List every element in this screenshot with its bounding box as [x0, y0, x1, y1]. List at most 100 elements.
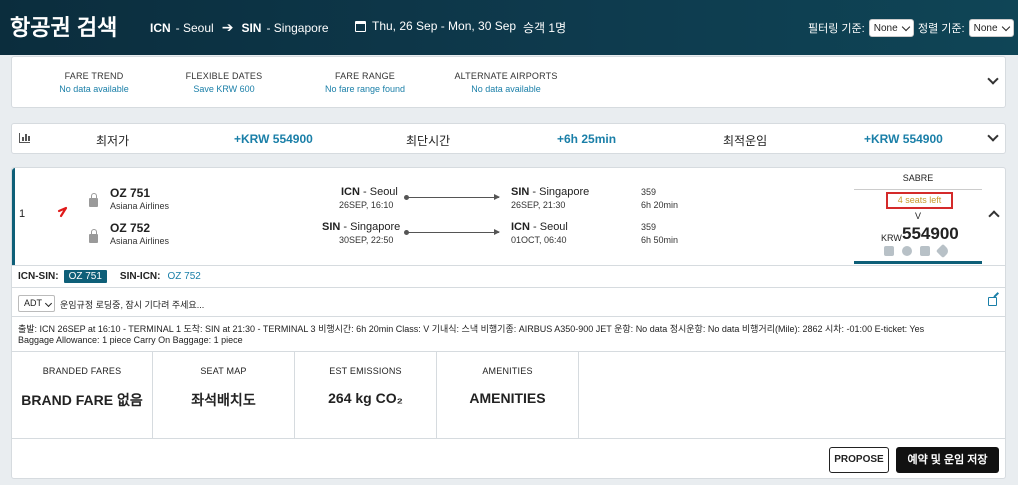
inbound-equipment: 359: [641, 222, 657, 232]
flexible-dates-value[interactable]: Save KRW 600: [174, 84, 274, 94]
inbound-departure: SIN - Singapore: [322, 221, 401, 233]
divider: [854, 189, 982, 190]
fare-trend-label: FARE TREND: [64, 71, 124, 81]
outbound-arrival-time: 26SEP, 21:30: [511, 200, 566, 210]
inbound-departure-time: 30SEP, 22:50: [339, 235, 394, 245]
alternate-airports-value[interactable]: No data available: [446, 84, 566, 94]
chevron-down-icon: [44, 299, 53, 308]
baggage-details: Baggage Allowance: 1 piece Carry On Bagg…: [18, 335, 243, 345]
filter-control: 필터링 기준: None: [808, 19, 914, 37]
fare-feature-icons: [884, 243, 951, 259]
emissions-label: EST EMISSIONS: [329, 366, 402, 376]
seat-map-label: SEAT MAP: [200, 366, 247, 376]
arrow-right-icon: ➔: [221, 19, 234, 35]
pax-type-select[interactable]: ADT: [18, 295, 55, 312]
tag-icon[interactable]: [935, 243, 951, 259]
alternate-airports: ALTERNATE AIRPORTS No data available: [446, 71, 566, 94]
inbound-tab-label: SIN-ICN:: [119, 271, 161, 282]
amenities-panel[interactable]: AMENITIES AMENITIES: [437, 352, 579, 438]
fare-trend-value[interactable]: No data available: [34, 84, 154, 94]
outbound-flight-number: OZ 751: [110, 186, 151, 200]
price-box-underline: [854, 261, 982, 264]
chevron-down-icon[interactable]: [987, 130, 999, 142]
tab-inbound[interactable]: OZ 752: [167, 271, 200, 282]
amenities-value: AMENITIES: [469, 390, 546, 406]
inbound-duration: 6h 50min: [641, 235, 679, 245]
outbound-airline: Asiana Airlines: [110, 201, 170, 211]
meal-icon[interactable]: [902, 246, 912, 256]
filter-label: 필터링 기준:: [808, 23, 865, 35]
segment-details: 출발: ICN 26SEP at 16:10 - TERMINAL 1 도착: …: [18, 324, 925, 334]
segment-tabs: ICN-SIN: OZ 751 SIN-ICN: OZ 752: [18, 270, 201, 283]
branded-fares-label: BRANDED FARES: [42, 366, 122, 376]
dates-text: Thu, 26 Sep - Mon, 30 Sep: [372, 19, 517, 33]
fare-range-label: FARE RANGE: [334, 71, 395, 81]
chevron-down-icon[interactable]: [987, 73, 999, 85]
cheapest-label: 최저가: [96, 134, 130, 148]
filter-select[interactable]: None: [868, 19, 914, 37]
route-summary: ICN - Seoul ➔ SIN - Singapore: [150, 19, 329, 36]
selected-indicator: [12, 168, 15, 265]
outbound-departure-time: 26SEP, 16:10: [339, 200, 394, 210]
inbound-arrival: ICN - Seoul: [511, 221, 568, 233]
chevron-up-icon[interactable]: [988, 210, 1000, 222]
price-box: SABRE 4 seats left V KRW 554900: [854, 168, 982, 265]
gear-icon[interactable]: [884, 246, 894, 256]
shortest-label: 최단시간: [406, 134, 451, 148]
top-header: 항공권 검색 ICN - Seoul ➔ SIN - Singapore Thu…: [0, 0, 1018, 55]
calendar-icon: [355, 20, 366, 32]
lock-icon[interactable]: [89, 229, 98, 243]
cheapest-value[interactable]: +KRW 554900: [234, 132, 313, 146]
divider: [12, 438, 1005, 439]
result-index: 1: [19, 208, 26, 220]
annotation-mark-icon: [57, 206, 68, 218]
fare-range-value[interactable]: No fare range found: [310, 84, 420, 94]
origin-city: - Seoul: [175, 20, 214, 35]
pax-type-value: ADT: [24, 298, 42, 308]
flight-path-arrow: [404, 194, 500, 200]
lock-icon[interactable]: [89, 193, 98, 207]
outbound-arrival: SIN - Singapore: [511, 186, 590, 198]
chevron-down-icon: [901, 22, 910, 31]
branded-fares-value: BRAND FARE 없음: [21, 392, 143, 408]
alternate-airports-label: ALTERNATE AIRPORTS: [454, 71, 558, 81]
emissions-panel[interactable]: EST EMISSIONS 264 kg CO₂: [295, 352, 437, 438]
price-currency: KRW: [881, 233, 902, 243]
sort-select-value: None: [973, 22, 998, 34]
gds-source: SABRE: [902, 173, 934, 183]
filter-select-value: None: [873, 22, 898, 34]
fare-insights-panel: FARE TREND No data available FLEXIBLE DA…: [11, 56, 1006, 108]
dest-code: SIN: [241, 20, 262, 35]
best-value[interactable]: +KRW 554900: [864, 132, 943, 146]
divider: [12, 316, 1005, 317]
bookmark-icon[interactable]: [920, 246, 930, 256]
shortest-value[interactable]: +6h 25min: [557, 132, 616, 146]
fare-range: FARE RANGE No fare range found: [310, 71, 420, 94]
bar-chart-icon: [19, 133, 30, 143]
book-and-save-button[interactable]: 예약 및 운임 저장: [896, 447, 999, 473]
outbound-duration: 6h 20min: [641, 200, 679, 210]
travel-dates: Thu, 26 Sep - Mon, 30 Sep: [355, 19, 516, 33]
external-link-icon[interactable]: [988, 297, 997, 306]
sort-label: 정렬 기준:: [918, 23, 965, 35]
emissions-value: 264 kg CO₂: [328, 390, 403, 406]
flight-path-arrow: [404, 229, 500, 235]
sort-select[interactable]: None: [968, 19, 1014, 37]
propose-button[interactable]: PROPOSE: [829, 447, 889, 473]
inbound-arrival-time: 01OCT, 06:40: [511, 235, 567, 245]
summary-bar: 최저가 +KRW 554900 최단시간 +6h 25min 최적운임 +KRW…: [11, 123, 1006, 154]
seats-left-badge: 4 seats left: [886, 192, 953, 209]
flexible-dates: FLEXIBLE DATES Save KRW 600: [174, 71, 274, 94]
seat-map-panel[interactable]: SEAT MAP 좌석배치도: [153, 352, 295, 438]
inbound-flight-number: OZ 752: [110, 221, 151, 235]
outbound-departure: ICN - Seoul: [341, 186, 398, 198]
outbound-equipment: 359: [641, 187, 657, 197]
divider: [12, 287, 1005, 288]
fare-rules-loading: 운임규정 로딩중, 잠시 기다려 주세요...: [60, 300, 205, 310]
branded-fares-panel[interactable]: BRANDED FARES BRAND FARE 없음: [12, 352, 153, 438]
tab-outbound[interactable]: OZ 751: [63, 270, 107, 283]
page-title: 항공권 검색: [10, 15, 118, 40]
sort-control: 정렬 기준: None: [918, 19, 1014, 37]
fare-class: V: [914, 211, 921, 221]
passenger-count: 승객 1명: [523, 21, 567, 35]
